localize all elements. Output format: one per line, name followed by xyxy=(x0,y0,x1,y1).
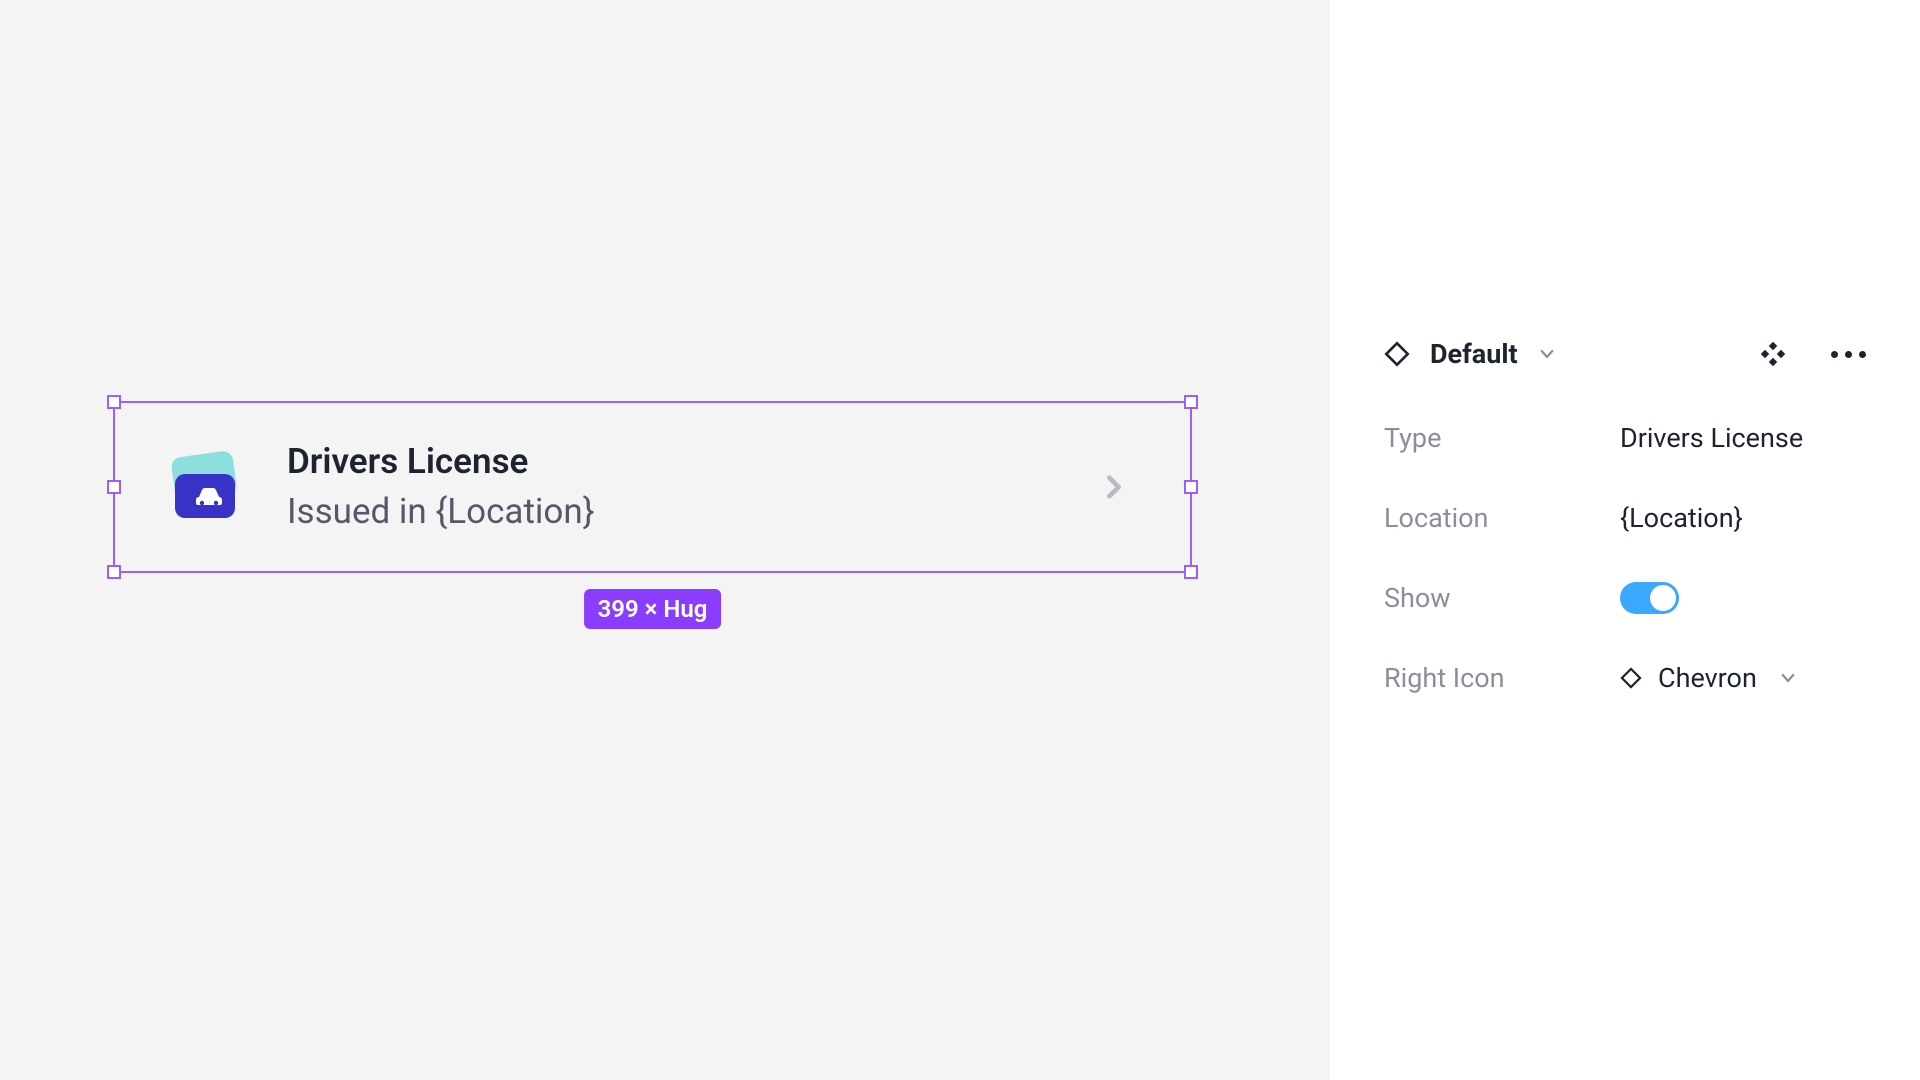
chevron-right-icon xyxy=(1100,473,1128,501)
design-canvas[interactable]: Drivers License Issued in {Location} 399… xyxy=(0,0,1330,1080)
resize-handle-mid-right[interactable] xyxy=(1184,480,1198,494)
toggle-knob xyxy=(1650,585,1676,611)
prop-label-show: Show xyxy=(1384,582,1620,614)
selection-size-label: 399 × Hug xyxy=(584,589,722,629)
chevron-down-icon xyxy=(1538,345,1556,363)
instance-swap-diamond-icon xyxy=(1620,667,1642,689)
variant-diamond-icon xyxy=(1384,341,1410,367)
drivers-license-icon xyxy=(163,450,247,524)
prop-row-location[interactable]: Location {Location} xyxy=(1384,502,1866,534)
properties-panel: Default Type Drivers License xyxy=(1330,0,1920,1080)
selected-component[interactable]: Drivers License Issued in {Location} 399… xyxy=(113,401,1192,573)
variant-header-row: Default xyxy=(1384,338,1866,370)
right-icon-value: Chevron xyxy=(1658,662,1757,694)
card-title: Drivers License xyxy=(287,441,1060,483)
show-toggle[interactable] xyxy=(1620,582,1679,614)
selection-bounding-box: Drivers License Issued in {Location} xyxy=(113,401,1192,573)
chevron-down-icon xyxy=(1779,669,1797,687)
prop-label-type: Type xyxy=(1384,422,1620,454)
variant-selector[interactable]: Default xyxy=(1384,338,1556,370)
resize-handle-top-right[interactable] xyxy=(1184,395,1198,409)
resize-handle-mid-left[interactable] xyxy=(107,480,121,494)
variant-name: Default xyxy=(1430,338,1518,370)
prop-row-right-icon[interactable]: Right Icon Chevron xyxy=(1384,662,1866,694)
prop-value-type[interactable]: Drivers License xyxy=(1620,422,1803,454)
resize-handle-bottom-right[interactable] xyxy=(1184,565,1198,579)
prop-value-location[interactable]: {Location} xyxy=(1620,502,1743,534)
card-subtitle: Issued in {Location} xyxy=(287,491,1060,533)
prop-row-type[interactable]: Type Drivers License xyxy=(1384,422,1866,454)
resize-handle-top-left[interactable] xyxy=(107,395,121,409)
card-text-group: Drivers License Issued in {Location} xyxy=(287,441,1060,533)
prop-row-show: Show xyxy=(1384,582,1866,614)
more-options-button[interactable] xyxy=(1831,351,1866,358)
prop-label-location: Location xyxy=(1384,502,1620,534)
prop-label-right-icon: Right Icon xyxy=(1384,662,1620,694)
prop-value-right-icon[interactable]: Chevron xyxy=(1620,662,1797,694)
resize-handle-bottom-left[interactable] xyxy=(107,565,121,579)
component-set-icon[interactable] xyxy=(1761,342,1785,366)
